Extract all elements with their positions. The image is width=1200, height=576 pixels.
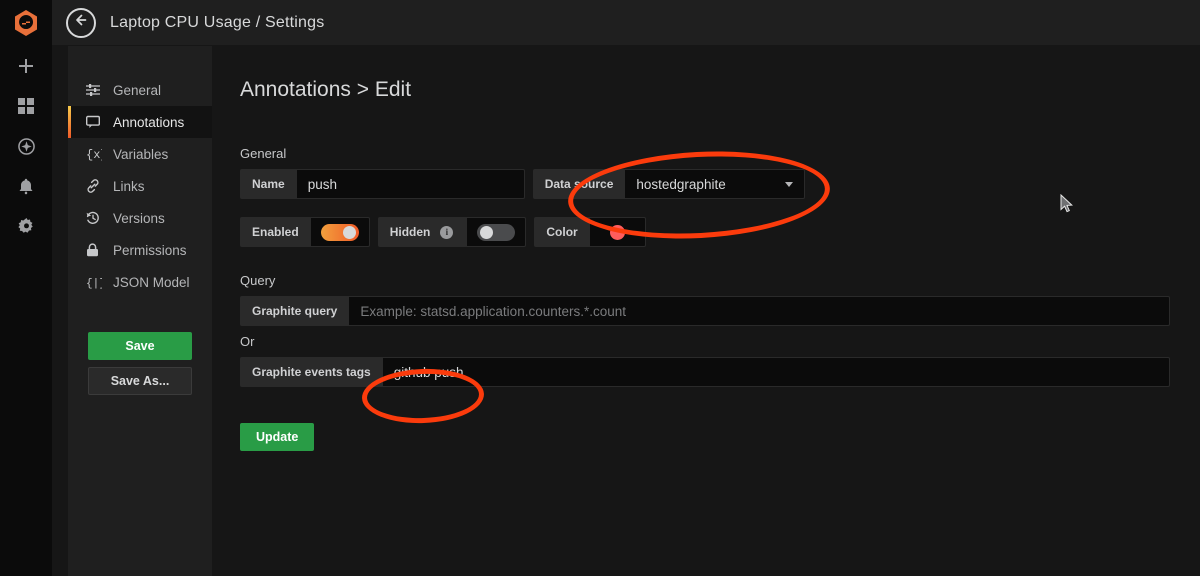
grafana-settings-page: Laptop CPU Usage / Settings General Anno…	[0, 0, 1200, 576]
sliders-icon	[86, 83, 106, 97]
sidebar-item-label: Variables	[113, 146, 169, 162]
hidden-toggle-wrap[interactable]	[467, 217, 527, 247]
main-content: Annotations > Edit General Name push Dat…	[212, 46, 1200, 576]
general-row-2: Enabled Hidden i Color	[240, 217, 1170, 247]
sidebar-item-label: Annotations	[113, 114, 185, 130]
dashboards-icon[interactable]	[0, 86, 52, 126]
query-row: Graphite query Example: statsd.applicati…	[240, 296, 1170, 326]
link-icon	[86, 179, 106, 193]
sidebar-item-variables[interactable]: {x} Variables	[68, 138, 212, 170]
sidebar-actions: Save Save As...	[68, 332, 212, 395]
variable-icon: {x}	[86, 147, 106, 161]
graphite-events-tags-input[interactable]: github push	[382, 357, 1170, 387]
settings-sidebar: General Annotations {x} Variables	[68, 46, 212, 576]
graphite-query-field[interactable]: Graphite query Example: statsd.applicati…	[240, 296, 1170, 326]
history-icon	[86, 211, 106, 225]
lock-icon	[86, 243, 106, 257]
save-button[interactable]: Save	[88, 332, 192, 360]
enabled-label: Enabled	[240, 217, 311, 247]
or-label: Or	[240, 334, 255, 349]
data-source-value: hostedgraphite	[636, 176, 726, 192]
grafana-logo-icon[interactable]	[0, 0, 52, 46]
graphite-query-label: Graphite query	[240, 296, 350, 326]
back-button[interactable]	[66, 7, 96, 38]
page-title: Laptop CPU Usage / Settings	[110, 13, 325, 31]
comment-icon	[86, 115, 106, 129]
color-field[interactable]: Color	[534, 217, 646, 247]
arrow-left-icon	[74, 13, 88, 32]
name-field[interactable]: Name push	[240, 169, 525, 199]
svg-text:{|}: {|}	[86, 278, 102, 289]
sidebar-item-permissions[interactable]: Permissions	[68, 234, 212, 266]
sidebar-item-label: Versions	[113, 210, 165, 226]
sidebar-item-label: JSON Model	[113, 274, 190, 290]
graphite-query-input[interactable]: Example: statsd.application.counters.*.c…	[349, 296, 1170, 326]
sidebar-item-label: Permissions	[113, 242, 187, 258]
save-as-button[interactable]: Save As...	[88, 367, 192, 395]
hidden-toggle[interactable]	[477, 223, 516, 241]
gear-icon[interactable]	[0, 206, 52, 246]
hidden-label-text: Hidden	[389, 225, 431, 239]
data-source-label: Data source	[532, 169, 626, 199]
data-source-field[interactable]: Data source hostedgraphite	[532, 169, 806, 199]
enabled-toggle-wrap[interactable]	[310, 217, 370, 247]
update-button[interactable]: Update	[240, 423, 315, 451]
chevron-down-icon	[785, 181, 794, 187]
compass-icon[interactable]	[0, 126, 52, 166]
sidebar-item-general[interactable]: General	[68, 74, 212, 106]
color-label: Color	[534, 217, 590, 247]
sidebar-item-links[interactable]: Links	[68, 170, 212, 202]
name-input[interactable]: push	[296, 169, 525, 199]
sidebar-item-label: Links	[113, 178, 145, 194]
events-tags-row: Graphite events tags github push	[240, 357, 1170, 387]
mouse-cursor	[1060, 193, 1074, 219]
sidebar-item-json-model[interactable]: {|} JSON Model	[68, 266, 212, 298]
enabled-toggle[interactable]	[320, 223, 359, 241]
name-label: Name	[240, 169, 297, 199]
left-nav-rail	[0, 0, 52, 576]
content-title: Annotations > Edit	[240, 78, 412, 101]
svg-text:{x}: {x}	[86, 148, 102, 161]
sidebar-item-annotations[interactable]: Annotations	[68, 106, 212, 138]
top-header-bar: Laptop CPU Usage / Settings	[52, 0, 1200, 46]
toggle-knob	[342, 225, 356, 239]
color-swatch[interactable]	[609, 224, 625, 240]
sidebar-item-versions[interactable]: Versions	[68, 202, 212, 234]
query-section-label: Query	[240, 273, 276, 288]
toggle-knob	[480, 225, 494, 239]
hidden-field[interactable]: Hidden i	[377, 217, 527, 247]
brackets-icon: {|}	[86, 275, 106, 289]
general-section-label: General	[240, 146, 287, 161]
hidden-label: Hidden i	[377, 217, 468, 247]
graphite-events-tags-field[interactable]: Graphite events tags github push	[240, 357, 1170, 387]
data-source-select[interactable]: hostedgraphite	[625, 169, 806, 199]
enabled-field[interactable]: Enabled	[240, 217, 370, 247]
color-swatch-wrap[interactable]	[589, 217, 646, 247]
plus-icon[interactable]	[0, 46, 52, 86]
general-row-1: Name push Data source hostedgraphite	[240, 169, 1170, 199]
sidebar-item-label: General	[113, 82, 162, 98]
bell-icon[interactable]	[0, 166, 52, 206]
graphite-events-tags-label: Graphite events tags	[240, 357, 383, 387]
info-icon[interactable]: i	[440, 225, 454, 239]
